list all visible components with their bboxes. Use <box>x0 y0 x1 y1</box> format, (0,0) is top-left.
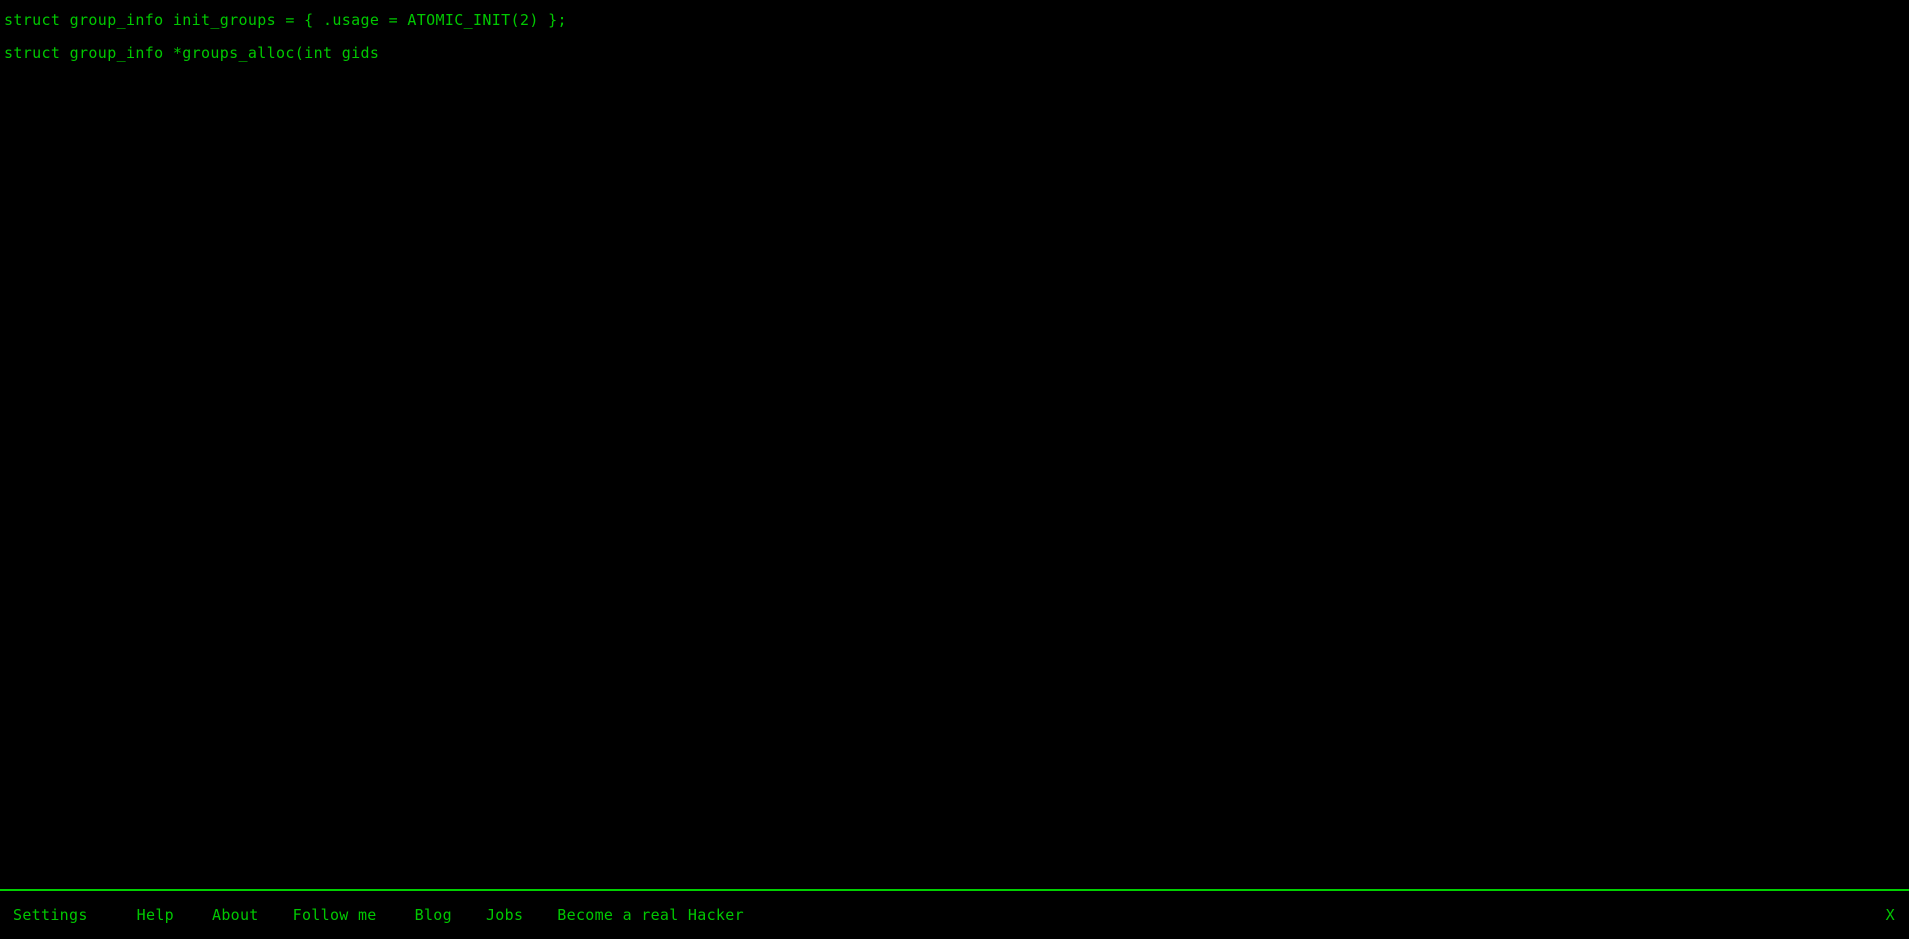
bottom-navigation-bar: Settings Help About Follow me Blog Jobs … <box>0 889 1909 939</box>
nav-item-jobs[interactable]: Jobs <box>486 906 523 924</box>
code-line: struct group_info init_groups = { .usage… <box>4 11 567 29</box>
nav-item-become-a-real-hacker[interactable]: Become a real Hacker <box>557 906 744 924</box>
nav-item-settings[interactable]: Settings <box>13 906 88 924</box>
nav-link-list: Settings Help About Follow me Blog Jobs … <box>0 891 744 939</box>
nav-item-about[interactable]: About <box>212 906 259 924</box>
nav-item-blog[interactable]: Blog <box>415 906 452 924</box>
code-line: struct group_info *groups_alloc(int gids <box>4 44 380 62</box>
nav-item-follow-me[interactable]: Follow me <box>293 906 377 924</box>
nav-item-help[interactable]: Help <box>137 906 174 924</box>
close-icon[interactable]: X <box>1886 891 1895 939</box>
terminal-code-area[interactable]: struct group_info init_groups = { .usage… <box>0 0 1909 889</box>
